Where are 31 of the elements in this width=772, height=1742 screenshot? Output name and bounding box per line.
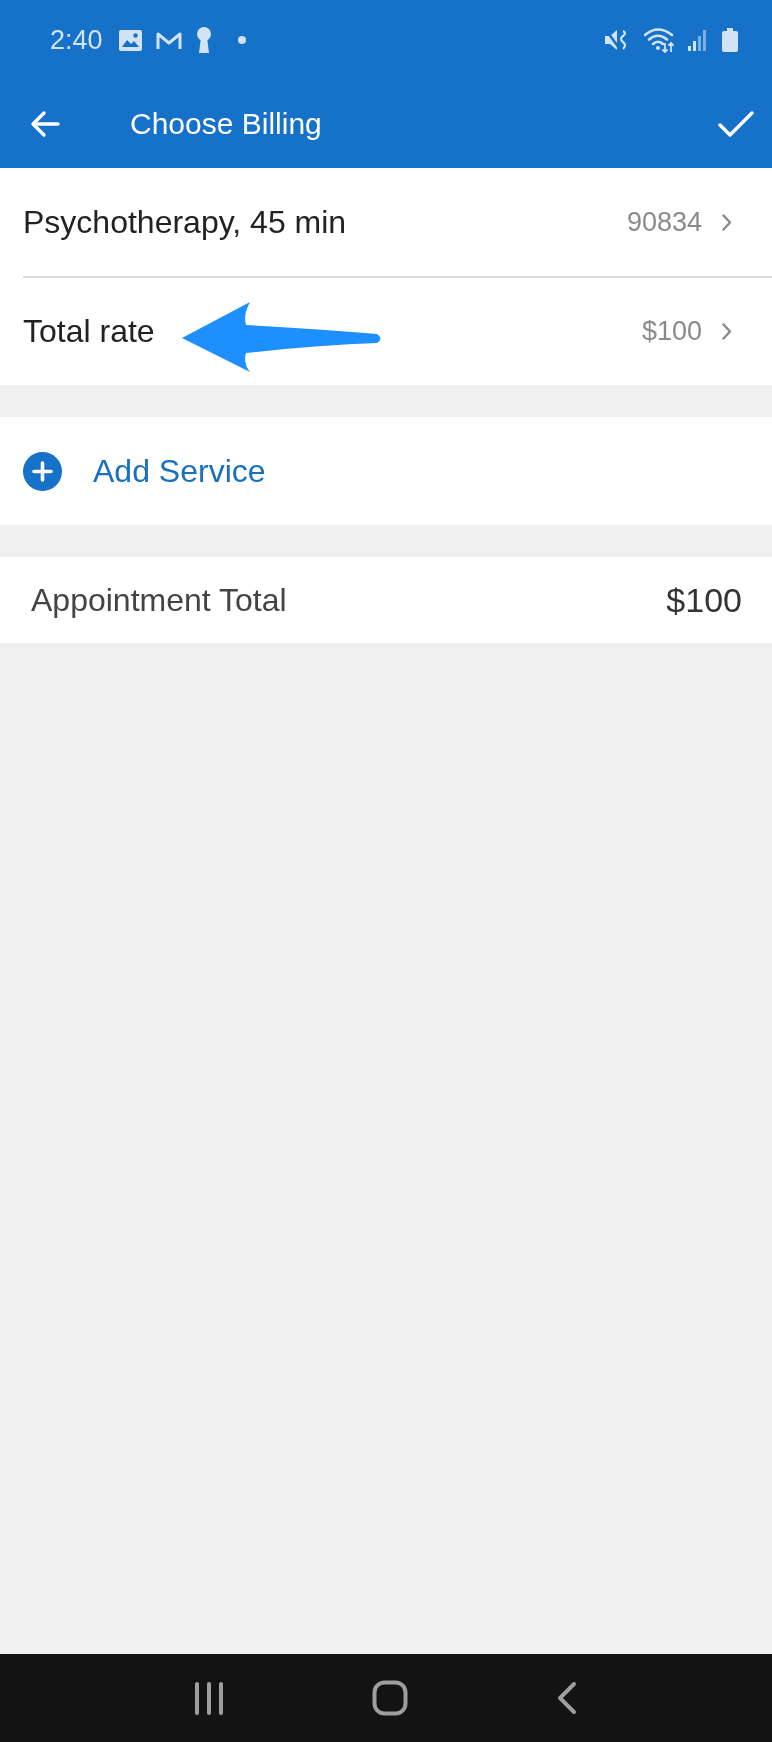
back-chevron-icon	[556, 1681, 578, 1715]
signal-icon	[688, 29, 708, 51]
battery-icon	[722, 28, 738, 52]
total-amount: $100	[666, 580, 742, 620]
service-row[interactable]: Total rate $100	[0, 278, 772, 385]
back-arrow-icon	[30, 110, 60, 138]
recent-apps-icon	[194, 1681, 224, 1715]
back-nav-button[interactable]	[556, 1681, 578, 1715]
add-service-button[interactable]: Add Service	[0, 417, 772, 525]
checkmark-icon	[718, 110, 754, 138]
home-button[interactable]	[372, 1680, 408, 1716]
back-button[interactable]	[30, 110, 60, 138]
service-name: Psychotherapy, 45 min	[23, 203, 347, 241]
service-value: 90834	[626, 206, 702, 238]
wifi-icon	[644, 27, 674, 53]
chevron-right-icon	[722, 213, 732, 231]
mail-icon	[155, 30, 182, 50]
total-label: Appointment Total	[31, 581, 287, 619]
keyhole-icon	[195, 27, 212, 53]
service-name: Total rate	[23, 313, 155, 350]
add-circle-icon	[23, 451, 62, 491]
home-icon	[372, 1680, 408, 1716]
status-time: 2:40	[50, 24, 103, 56]
image-icon	[118, 29, 142, 51]
notification-dot-icon	[237, 36, 246, 44]
service-value: $100	[641, 316, 702, 347]
screen-title: Choose Billing	[130, 107, 322, 141]
recent-apps-button[interactable]	[194, 1681, 224, 1715]
confirm-button[interactable]	[718, 110, 754, 138]
service-row[interactable]: Psychotherapy, 45 min 90834	[0, 168, 772, 276]
chevron-right-icon	[722, 323, 732, 340]
